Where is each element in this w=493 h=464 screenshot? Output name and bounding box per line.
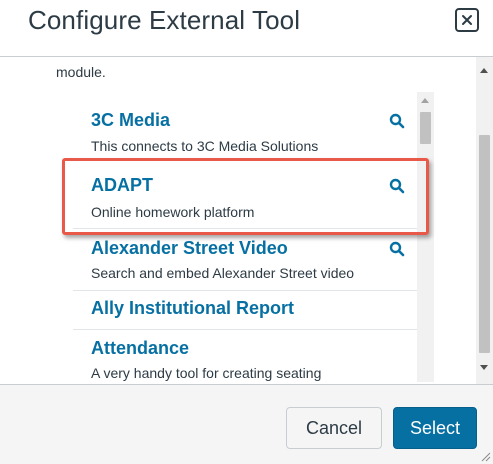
scrollbar-thumb[interactable] [479, 135, 490, 353]
tool-name[interactable]: ADAPT [91, 175, 153, 196]
resize-grip-icon[interactable] [481, 452, 491, 462]
list-divider [73, 228, 417, 229]
tool-list[interactable]: 3C Media This connects to 3C Media Solut… [73, 92, 417, 382]
search-icon[interactable] [389, 113, 405, 129]
cancel-button[interactable]: Cancel [286, 407, 382, 449]
list-divider [73, 160, 417, 161]
close-icon [462, 15, 472, 25]
scroll-up-icon[interactable] [480, 68, 488, 73]
search-icon[interactable] [389, 241, 405, 257]
scroll-down-icon[interactable] [480, 365, 488, 370]
dialog-title: Configure External Tool [28, 5, 301, 35]
tool-name[interactable]: Ally Institutional Report [91, 298, 294, 319]
close-button[interactable] [455, 8, 479, 32]
dialog-scrollbar[interactable] [476, 57, 493, 384]
list-divider [73, 329, 417, 330]
intro-text: module. [56, 64, 106, 80]
tool-description: A very handy tool for creating seating [91, 365, 322, 381]
tool-description: Search and embed Alexander Street video [91, 265, 355, 281]
tool-name[interactable]: Attendance [91, 338, 189, 359]
tool-description: Online homework platform [91, 204, 255, 220]
list-divider [73, 290, 417, 291]
tool-description: This connects to 3C Media Solutions [91, 138, 319, 154]
tool-name[interactable]: Alexander Street Video [91, 238, 288, 259]
scroll-up-icon[interactable] [421, 98, 429, 103]
search-icon[interactable] [389, 178, 405, 194]
configure-external-tool-dialog: Configure External Tool module. 3C Media… [0, 0, 493, 464]
scrollbar-thumb[interactable] [420, 112, 431, 144]
select-button[interactable]: Select [393, 407, 477, 449]
tool-list-scrollbar[interactable] [417, 92, 434, 382]
tool-name[interactable]: 3C Media [91, 110, 170, 131]
